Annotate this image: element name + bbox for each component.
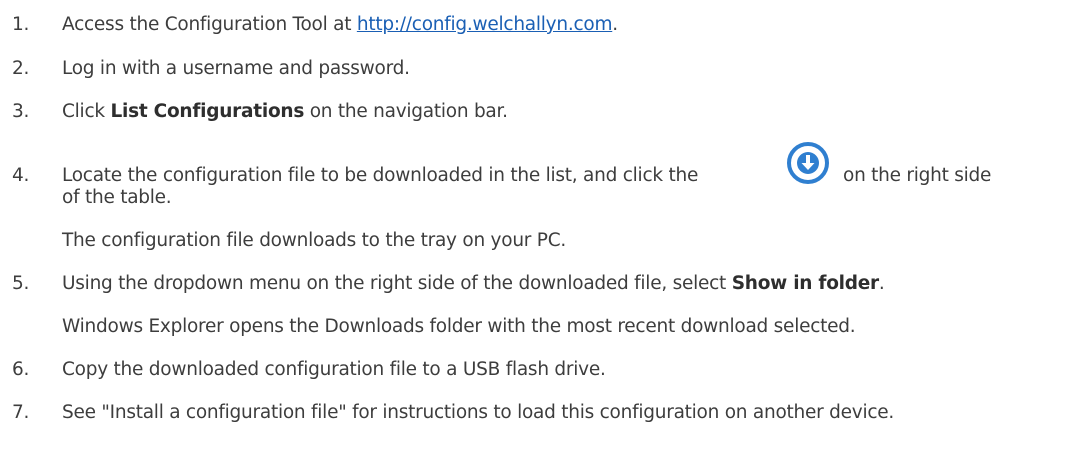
step-number: 2. [12, 58, 30, 79]
step-text: Click List Configurations on the navigat… [62, 101, 508, 122]
step-text-line-1: Locate the configuration file to be down… [62, 165, 699, 186]
step-text: Copy the downloaded configuration file t… [62, 359, 606, 380]
list-configurations-label: List Configurations [110, 101, 305, 122]
step-number: 7. [12, 402, 30, 423]
step-5-result: Windows Explorer opens the Downloads fol… [62, 316, 856, 337]
step-text: See "Install a configuration file" for i… [62, 402, 895, 423]
step-number: 5. [12, 273, 30, 294]
step-text: Using the dropdown menu on the right sid… [62, 273, 885, 294]
config-tool-link[interactable]: http://config.welchallyn.com [357, 14, 613, 35]
step-text-start: Using the dropdown menu on the right sid… [62, 273, 732, 294]
step-number: 6. [12, 359, 30, 380]
download-circle-icon [787, 142, 829, 184]
step-text-start: Click [62, 101, 111, 122]
step-text: Access the Configuration Tool at http://… [62, 14, 618, 35]
step-text-end: . [612, 14, 618, 35]
step-text: Log in with a username and password. [62, 58, 410, 79]
step-text-line-2: of the table. [62, 187, 172, 208]
step-text-end: on the navigation bar. [304, 101, 508, 122]
step-text-end: . [878, 273, 885, 294]
step-text-start: Access the Configuration Tool at [62, 14, 357, 35]
step-text-line-1-end: on the right side [843, 165, 992, 186]
step-number: 3. [12, 101, 30, 122]
step-number: 1. [12, 14, 30, 35]
step-4-result: The configuration file downloads to the … [62, 230, 566, 251]
show-in-folder-label: Show in folder [731, 273, 879, 294]
step-number: 4. [12, 165, 30, 186]
